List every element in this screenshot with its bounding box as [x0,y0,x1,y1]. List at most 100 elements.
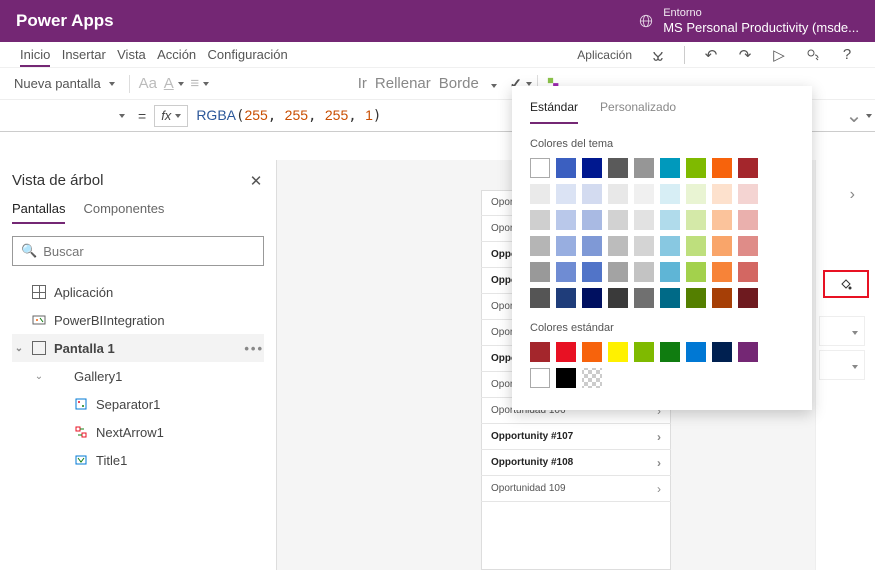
menu-accion[interactable]: Acción [157,47,196,62]
undo-icon[interactable]: ↶ [703,47,719,63]
color-swatch[interactable] [712,262,732,282]
color-swatch[interactable] [686,236,706,256]
menu-vista[interactable]: Vista [117,47,146,62]
color-swatch[interactable] [556,288,576,308]
color-swatch[interactable] [608,210,628,230]
close-icon[interactable]: ✕ [248,173,264,189]
color-swatch[interactable] [634,184,654,204]
list-item[interactable]: Opportunity #107› [481,424,671,450]
color-swatch[interactable] [686,342,706,362]
color-swatch[interactable] [712,342,732,362]
color-swatch[interactable] [660,262,680,282]
app-checker-icon[interactable] [650,47,666,63]
fill-color-button[interactable] [823,270,869,298]
color-swatch[interactable] [738,236,758,256]
color-swatch[interactable] [556,158,576,178]
tree-node-app[interactable]: Aplicación [12,278,264,306]
color-swatch[interactable] [530,158,550,178]
chevron-right-icon[interactable]: › [850,186,855,204]
color-swatch[interactable] [686,262,706,282]
color-swatch[interactable] [530,184,550,204]
color-swatch[interactable] [556,262,576,282]
color-swatch[interactable] [530,262,550,282]
color-swatch[interactable] [660,184,680,204]
menu-insertar[interactable]: Insertar [62,47,106,62]
color-swatch[interactable] [712,288,732,308]
tree-node-nextarrow[interactable]: NextArrow1 [12,418,264,446]
color-swatch[interactable] [634,210,654,230]
tab-custom[interactable]: Personalizado [600,100,676,124]
color-swatch[interactable] [712,158,732,178]
expand-formula-icon[interactable]: ⌄ [851,108,867,124]
color-swatch[interactable] [738,342,758,362]
color-swatch[interactable] [634,158,654,178]
tree-node-title[interactable]: Title1 [12,446,264,474]
color-swatch[interactable] [686,288,706,308]
color-swatch[interactable] [556,236,576,256]
border-dropdown[interactable] [487,75,505,92]
color-swatch[interactable] [738,262,758,282]
color-swatch[interactable] [634,288,654,308]
menu-config[interactable]: Configuración [208,47,288,62]
border-button[interactable]: Borde [439,75,479,92]
tab-standard[interactable]: Estándar [530,100,578,124]
color-swatch[interactable] [608,236,628,256]
fx-button[interactable]: fx [154,105,188,127]
color-swatch[interactable] [556,210,576,230]
font-color-icon[interactable]: A [166,76,182,92]
tree-node-screen[interactable]: ⌄ Pantalla 1 ••• [12,334,264,362]
color-swatch[interactable] [634,236,654,256]
color-swatch[interactable] [556,342,576,362]
color-swatch[interactable] [582,236,602,256]
navigate-button[interactable]: Ir [358,75,367,92]
property-dropdown[interactable] [819,350,865,380]
color-swatch[interactable] [686,210,706,230]
new-screen-button[interactable]: Nueva pantalla [10,74,119,93]
color-swatch[interactable] [608,288,628,308]
tree-node-gallery[interactable]: ⌄ Gallery1 [12,362,264,390]
color-swatch[interactable] [634,342,654,362]
theme-icon[interactable]: Aa [140,76,156,92]
color-swatch[interactable] [582,158,602,178]
list-item[interactable]: Oportunidad 109› [481,476,671,502]
tab-components[interactable]: Componentes [83,201,164,224]
color-swatch[interactable] [608,158,628,178]
help-icon[interactable]: ? [839,47,855,63]
color-swatch[interactable] [660,342,680,362]
redo-icon[interactable]: ↷ [737,47,753,63]
more-icon[interactable]: ••• [244,341,264,356]
color-swatch[interactable] [738,210,758,230]
color-swatch[interactable] [660,236,680,256]
color-swatch[interactable] [712,210,732,230]
menu-aplicacion[interactable]: Aplicación [577,48,632,62]
caret-icon[interactable]: ⌄ [14,343,24,354]
color-swatch[interactable] [738,158,758,178]
property-selector[interactable] [10,105,130,127]
color-swatch[interactable] [660,158,680,178]
tree-node-powerbi[interactable]: PowerBIIntegration [12,306,264,334]
fill-button[interactable]: Rellenar [375,75,431,92]
tree-node-separator[interactable]: Separator1 [12,390,264,418]
color-swatch[interactable] [712,184,732,204]
search-input[interactable] [43,244,255,259]
color-swatch[interactable] [608,184,628,204]
color-swatch[interactable] [530,288,550,308]
menu-inicio[interactable]: Inicio [20,47,50,67]
color-swatch[interactable] [712,236,732,256]
color-swatch[interactable] [738,288,758,308]
color-swatch[interactable] [660,288,680,308]
color-swatch[interactable] [686,184,706,204]
color-swatch[interactable] [660,210,680,230]
color-swatch[interactable] [634,262,654,282]
color-swatch[interactable] [530,342,550,362]
caret-icon[interactable]: ⌄ [34,371,44,382]
color-swatch[interactable] [608,262,628,282]
color-swatch[interactable] [686,158,706,178]
color-swatch[interactable] [608,342,628,362]
property-dropdown[interactable] [819,316,865,346]
color-swatch[interactable] [582,368,602,388]
formula-input[interactable]: RGBA(255, 255, 255, 1) [196,107,381,124]
align-icon[interactable]: ≡ [192,76,208,92]
tree-search[interactable]: 🔍 [12,236,264,266]
color-swatch[interactable] [582,342,602,362]
